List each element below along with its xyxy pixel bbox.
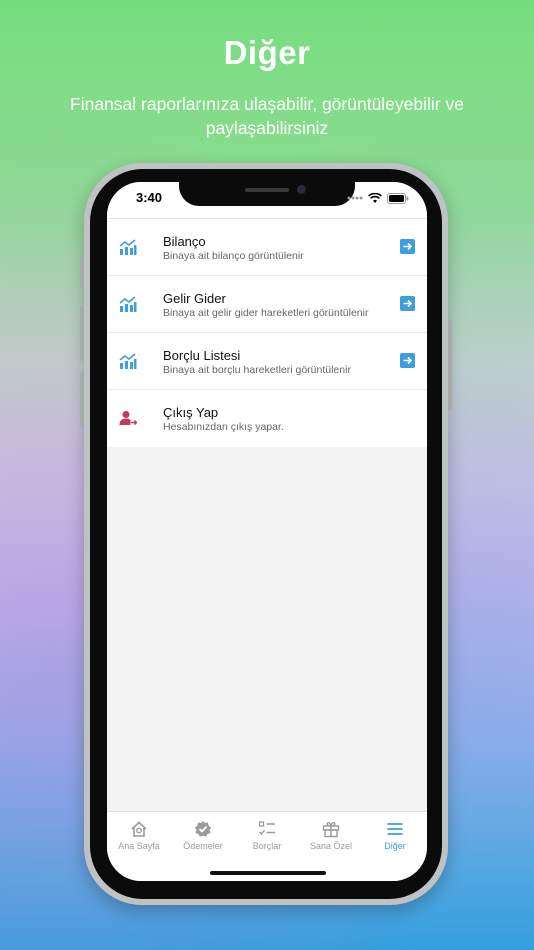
status-icons [347, 192, 409, 204]
signal-icon [347, 196, 363, 200]
logout-user-icon [119, 411, 137, 426]
tab-label: Sana Özel [309, 841, 353, 851]
wifi-icon [368, 192, 382, 203]
menu-item-title: Gelir Gider [163, 291, 226, 306]
menu-item-title: Bilanço [163, 234, 206, 249]
phone-volume-up-button [80, 306, 84, 361]
menu-item-subtitle: Binaya ait borçlu hareketleri görüntülen… [163, 364, 351, 376]
tab-label: Ödemeler [183, 841, 223, 851]
menu-item-title: Çıkış Yap [163, 405, 219, 420]
menu-item-subtitle: Binaya ait gelir gider hareketleri görün… [163, 307, 369, 319]
chart-icon [119, 239, 137, 255]
phone-mute-button [80, 258, 84, 288]
gift-icon [322, 821, 340, 838]
tab-odemeler[interactable]: Ödemeler [171, 820, 235, 851]
menu-icon [387, 823, 403, 835]
status-time: 3:40 [136, 190, 163, 205]
notch [179, 182, 355, 206]
menu-item-bilanco[interactable]: Bilanço Binaya ait bilanço görüntülenir [107, 219, 427, 276]
menu-item-gelir-gider[interactable]: Gelir Gider Binaya ait gelir gider harek… [107, 276, 427, 333]
checklist-icon [258, 821, 275, 836]
tab-ana-sayfa[interactable]: Ana Sayfa [107, 820, 171, 851]
menu-item-cikis-yap[interactable]: Çıkış Yap Hesabınızdan çıkış yapar. [107, 390, 427, 447]
tab-label: Ana Sayfa [118, 841, 160, 851]
chart-icon [119, 353, 137, 369]
battery-icon [387, 192, 409, 204]
arrow-right-icon[interactable] [400, 353, 415, 368]
menu-list: Bilanço Binaya ait bilanço görüntülenir … [107, 218, 427, 447]
phone-screen: 3:40 Bilanço Binaya ait bilanço görüntül… [107, 182, 427, 881]
menu-item-borclu-listesi[interactable]: Borçlu Listesi Binaya ait borçlu hareket… [107, 333, 427, 390]
chart-icon [119, 296, 137, 312]
home-indicator [210, 871, 326, 875]
tab-bar: Ana Sayfa Ödemeler Borçlar Sana Özel Diğ… [107, 811, 427, 881]
tab-diger[interactable]: Diğer [363, 820, 427, 851]
menu-item-subtitle: Binaya ait bilanço görüntülenir [163, 250, 304, 262]
tab-sana-ozel[interactable]: Sana Özel [299, 820, 363, 851]
verified-badge-icon [195, 821, 211, 837]
menu-item-title: Borçlu Listesi [163, 348, 241, 363]
tab-label: Borçlar [252, 841, 282, 851]
front-camera [297, 185, 306, 194]
speaker-grille [245, 188, 289, 192]
menu-item-subtitle: Hesabınızdan çıkış yapar. [163, 421, 284, 433]
status-bar: 3:40 [107, 182, 427, 218]
tab-label: Diğer [384, 841, 406, 851]
home-icon [131, 821, 147, 837]
phone-volume-down-button [80, 372, 84, 427]
hero-subtitle: Finansal raporlarınıza ulaşabilir, görün… [70, 94, 464, 138]
arrow-right-icon[interactable] [400, 296, 415, 311]
arrow-right-icon[interactable] [400, 239, 415, 254]
tab-borclar[interactable]: Borçlar [235, 820, 299, 851]
phone-power-button [448, 320, 452, 410]
hero-title: Diğer [223, 34, 311, 71]
